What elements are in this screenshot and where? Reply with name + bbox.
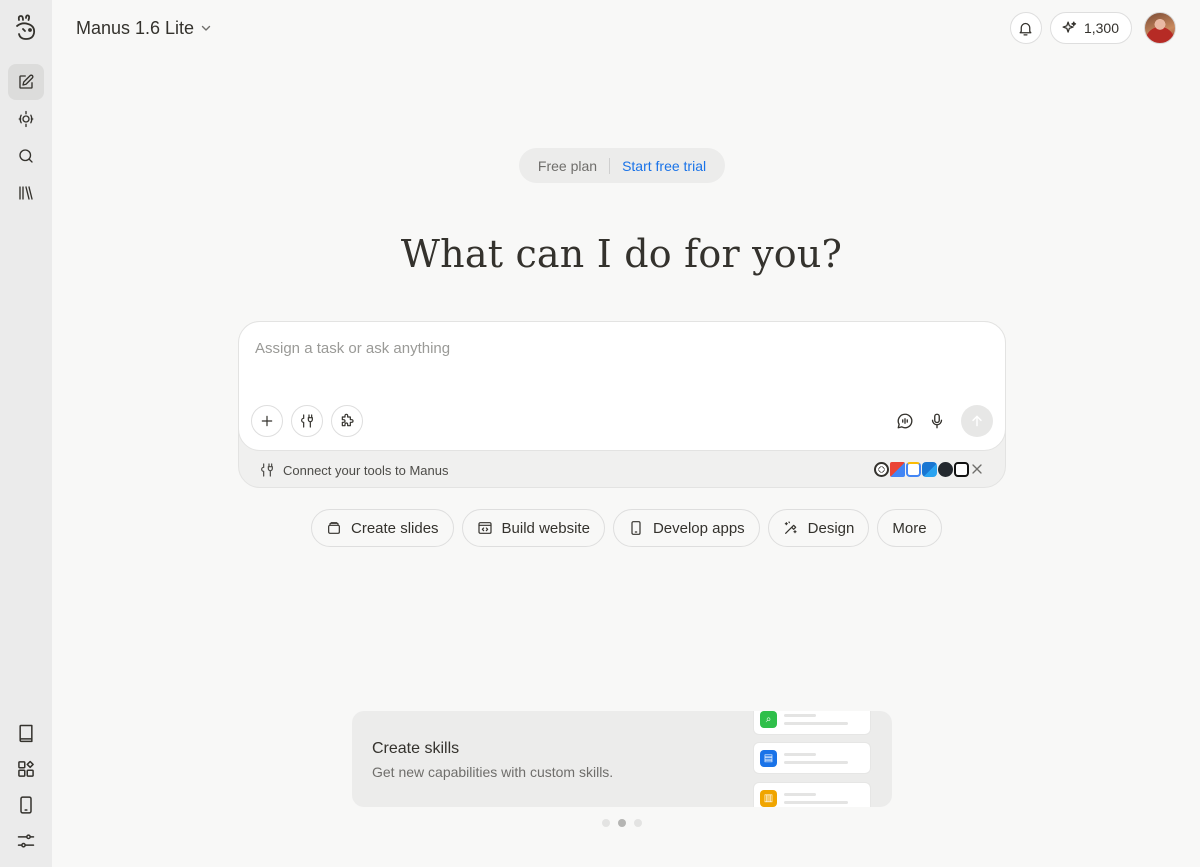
search-icon <box>19 149 33 163</box>
chip-label: Develop apps <box>652 519 745 537</box>
plugins-button[interactable] <box>331 405 363 437</box>
connectors-button[interactable] <box>291 405 323 437</box>
gmail-icon <box>890 462 905 477</box>
website-icon <box>477 522 492 534</box>
carousel-dots <box>602 819 642 827</box>
placeholder-line <box>784 801 848 804</box>
more-chip[interactable]: More <box>877 509 942 547</box>
notion-icon <box>954 462 969 477</box>
chrome-icon <box>874 462 889 477</box>
chart-icon: ▥ <box>760 790 777 807</box>
placeholder-line <box>784 722 848 725</box>
microphone-icon <box>931 413 943 429</box>
calendar-icon <box>906 462 921 477</box>
carousel-dot[interactable] <box>602 819 610 827</box>
notifications-button[interactable] <box>1009 12 1042 44</box>
placeholder-line <box>784 753 816 756</box>
composer <box>238 321 1006 451</box>
promo-title: Create skills <box>372 740 460 757</box>
create-slides-chip[interactable]: Create slides <box>311 509 454 547</box>
tool-icons <box>874 462 969 477</box>
slides-icon <box>328 522 340 534</box>
page-title: What can I do for you? <box>400 232 843 276</box>
search-icon: ⌕ <box>760 711 777 728</box>
phone-icon <box>631 521 641 535</box>
create-skills-card[interactable]: Create skills Get new capabilities with … <box>352 711 892 807</box>
plus-icon <box>261 415 273 427</box>
book-icon[interactable] <box>16 723 36 743</box>
promo-subtitle: Get new capabilities with custom skills. <box>372 764 614 780</box>
skill-preview-card: ▤ <box>753 742 871 774</box>
microphone-button[interactable] <box>925 409 949 433</box>
placeholder-line <box>784 714 816 717</box>
plan-label: Free plan <box>537 157 598 174</box>
plug-icon <box>261 463 273 477</box>
sidebar <box>0 0 52 867</box>
start-trial-link[interactable]: Start free trial <box>622 158 706 174</box>
library-icon <box>19 186 33 200</box>
chevron-down-icon <box>201 25 211 31</box>
document-icon: ▤ <box>760 750 777 767</box>
agent-icon <box>18 110 34 128</box>
task-input[interactable] <box>255 340 955 357</box>
placeholder-line <box>784 793 816 796</box>
model-name: Manus 1.6 Lite <box>76 17 195 38</box>
close-icon[interactable] <box>969 461 985 477</box>
connect-tools-text: Connect your tools to Manus <box>283 462 449 478</box>
new-task-button[interactable] <box>8 64 44 100</box>
manus-logo-icon[interactable] <box>14 14 38 42</box>
send-button[interactable] <box>961 405 993 437</box>
library-button[interactable] <box>8 175 44 211</box>
phone-icon[interactable] <box>16 795 36 815</box>
puzzle-icon <box>341 413 354 427</box>
skill-preview-card: ▥ <box>753 782 871 807</box>
search-button[interactable] <box>8 138 44 174</box>
plan-pill: Free plan Start free trial <box>519 148 725 183</box>
github-icon <box>938 462 953 477</box>
quick-actions: Create slides Build website Develop apps… <box>311 509 942 547</box>
agents-button[interactable] <box>8 101 44 137</box>
placeholder-line <box>784 761 848 764</box>
sliders-icon[interactable] <box>16 831 36 851</box>
skill-preview-card: ⌕ <box>753 711 871 735</box>
build-website-chip[interactable]: Build website <box>461 509 605 547</box>
voice-chat-button[interactable] <box>893 409 917 433</box>
credits-button[interactable]: 1,300 <box>1049 12 1132 44</box>
design-chip[interactable]: Design <box>767 509 870 547</box>
outlook-icon <box>922 462 937 477</box>
avatar[interactable] <box>1144 12 1176 44</box>
chip-label: Create slides <box>351 519 439 537</box>
bell-icon <box>1020 22 1032 36</box>
add-attachment-button[interactable] <box>251 405 283 437</box>
develop-apps-chip[interactable]: Develop apps <box>612 509 760 547</box>
plan-divider <box>609 157 611 174</box>
arrow-up-icon <box>972 415 982 427</box>
grid-icon[interactable] <box>16 759 36 779</box>
composer-container: Connect your tools to Manus <box>238 321 1006 488</box>
model-selector[interactable]: Manus 1.6 Lite <box>76 16 212 40</box>
credits-count: 1,300 <box>1083 20 1119 36</box>
sparkle-icon <box>1062 20 1077 33</box>
chat-voice-icon <box>897 413 913 429</box>
carousel-dot-active[interactable] <box>618 819 626 827</box>
chip-label: Design <box>807 519 855 537</box>
plug-icon <box>301 414 313 428</box>
chip-label: Build website <box>501 519 590 537</box>
pencil-square-icon <box>19 74 34 89</box>
connect-tools-bar[interactable]: Connect your tools to Manus <box>259 461 448 479</box>
design-icon <box>784 521 797 534</box>
header-actions: 1,300 <box>1009 12 1176 44</box>
chip-label: More <box>892 519 927 537</box>
carousel-dot[interactable] <box>634 819 642 827</box>
